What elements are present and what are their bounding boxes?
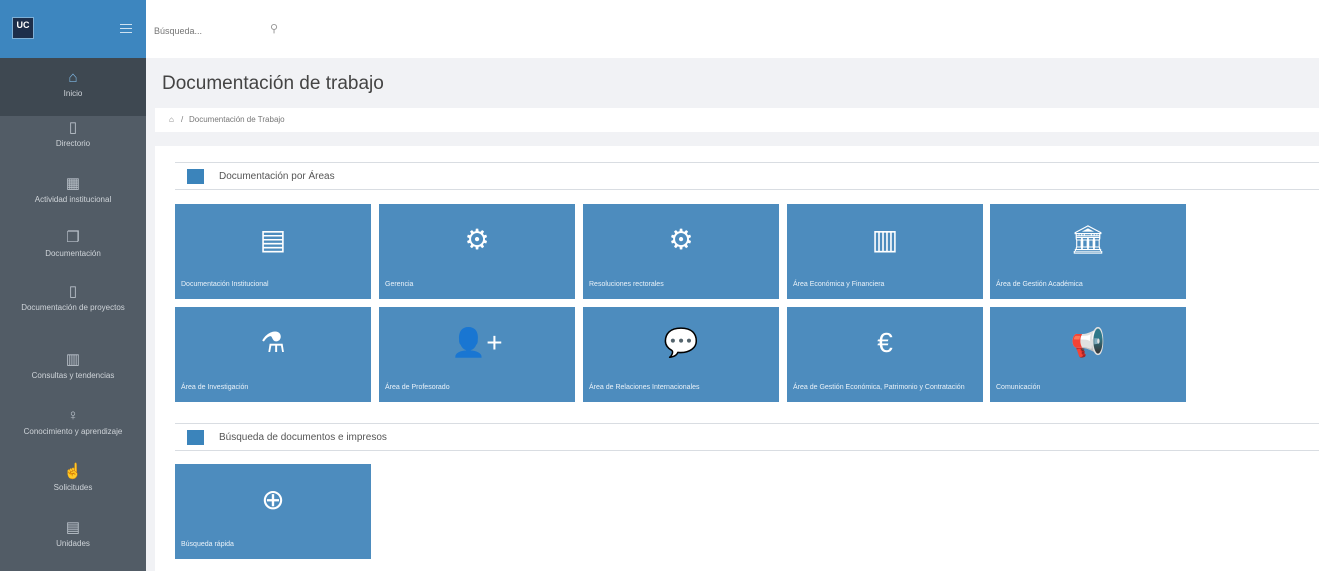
search-input[interactable]: [154, 22, 304, 40]
tile-resoluciones-rectorales[interactable]: ⚙ Resoluciones rectorales: [583, 204, 779, 299]
euro-icon: €: [877, 327, 893, 358]
breadcrumb-home-icon[interactable]: ⌂: [169, 115, 174, 124]
topbar: ⚲: [146, 0, 1319, 58]
sidebar-item-label: Solicitudes: [53, 483, 93, 492]
tile-area-gestion-economica[interactable]: € Área de Gestión Económica, Patrimonio …: [787, 307, 983, 402]
section-header-areas: Documentación por Áreas: [175, 162, 1319, 190]
sidebar-item-label: Actividad institucional: [34, 195, 112, 204]
tile-area-investigacion[interactable]: ⚗ Área de Investigación: [175, 307, 371, 402]
sidebar-item-label: Inicio: [63, 89, 83, 98]
tile-label: Búsqueda rápida: [181, 541, 234, 548]
sidebar-item-documentacion[interactable]: ❐ Documentación: [0, 230, 146, 278]
add-user-icon: 👤+: [451, 327, 503, 358]
tile-documentacion-institucional[interactable]: ▤ Documentación Institucional: [175, 204, 371, 299]
sidebar-item-label: Documentación: [45, 249, 101, 258]
tile-busqueda-rapida[interactable]: ⊕ Búsqueda rápida: [175, 464, 371, 559]
sidebar-item-solicitudes[interactable]: ☝ Solicitudes: [0, 464, 146, 512]
sidebar-item-conocimiento[interactable]: ♀ Conocimiento y aprendizaje: [0, 408, 146, 456]
search-icon[interactable]: ⚲: [270, 22, 278, 35]
sidebar-item-unidades[interactable]: ▤ Unidades: [0, 520, 146, 568]
gears-icon: ⚙: [464, 224, 490, 255]
flask-icon: ⚗: [260, 327, 286, 358]
units-icon: ▤: [65, 519, 81, 536]
section-header-busqueda: Búsqueda de documentos e impresos: [175, 423, 1319, 451]
sidebar-item-documentacion-proyectos[interactable]: ▯ Documentación de proyectos: [0, 284, 146, 344]
section-marker: [187, 169, 204, 184]
calendar-icon: ▦: [65, 175, 81, 192]
sidebar-item-label: Consultas y tendencias: [31, 371, 115, 380]
tile-area-gestion-academica[interactable]: 🏛 Área de Gestión Académica: [990, 204, 1186, 299]
sidebar-item-label: Conocimiento y aprendizaje: [23, 427, 123, 436]
tile-label: Área Económica y Financiera: [793, 281, 885, 288]
section-title: Documentación por Áreas: [219, 171, 335, 182]
megaphone-icon: 📢: [1070, 327, 1106, 358]
zoom-in-icon: ⊕: [261, 484, 285, 515]
breadcrumb-separator: /: [181, 115, 184, 124]
newspaper-icon: ▤: [259, 224, 287, 255]
page-title: Documentación de trabajo: [162, 73, 384, 94]
bar-chart-icon: ▥: [871, 224, 899, 255]
logo-bar: UC: [0, 0, 146, 58]
sidebar-item-label: Documentación de proyectos: [21, 303, 125, 312]
logo[interactable]: UC: [12, 17, 34, 39]
tile-label: Área de Gestión Académica: [996, 281, 1083, 288]
institution-icon: 🏛: [1070, 224, 1106, 255]
content-panel: Documentación por Áreas ▤ Documentación …: [155, 146, 1319, 571]
tile-label: Comunicación: [996, 384, 1041, 391]
lightbulb-icon: ♀: [67, 407, 79, 424]
tile-label: Documentación Institucional: [181, 281, 269, 288]
tile-label: Área de Relaciones Internacionales: [589, 384, 700, 391]
tile-gerencia[interactable]: ⚙ Gerencia: [379, 204, 575, 299]
documents-icon: ❐: [66, 229, 80, 246]
sidebar-item-consultas[interactable]: ▥ Consultas y tendencias: [0, 352, 146, 400]
gears-icon: ⚙: [668, 224, 694, 255]
breadcrumb: ⌂ / Documentación de Trabajo: [155, 108, 1319, 132]
home-icon: ⌂: [68, 69, 78, 86]
tile-label: Área de Investigación: [181, 384, 249, 391]
tile-area-profesorado[interactable]: 👤+ Área de Profesorado: [379, 307, 575, 402]
tile-label: Gerencia: [385, 281, 414, 288]
tile-label: Área de Profesorado: [385, 384, 450, 391]
section-marker: [187, 430, 204, 445]
sidebar: UC ⌂ Inicio ▯ Directorio ▦ Actividad ins…: [0, 0, 146, 571]
chart-icon: ▥: [65, 351, 81, 368]
section-title: Búsqueda de documentos e impresos: [219, 432, 387, 443]
sidebar-item-label: Unidades: [56, 539, 90, 548]
tile-area-relaciones-internacionales[interactable]: 💬 Área de Relaciones Internacionales: [583, 307, 779, 402]
sidebar-item-inicio[interactable]: ⌂ Inicio: [0, 58, 146, 116]
sidebar-item-label: Directorio: [55, 139, 91, 148]
comments-icon: 💬: [663, 327, 699, 358]
directory-icon: ▯: [68, 119, 78, 136]
project-docs-icon: ▯: [68, 283, 78, 300]
menu-toggle-icon[interactable]: [120, 24, 132, 33]
tile-area-economica[interactable]: ▥ Área Económica y Financiera: [787, 204, 983, 299]
tile-comunicacion[interactable]: 📢 Comunicación: [990, 307, 1186, 402]
tile-label: Resoluciones rectorales: [589, 281, 664, 288]
sidebar-item-directorio[interactable]: ▯ Directorio: [0, 120, 146, 168]
breadcrumb-current: Documentación de Trabajo: [189, 115, 285, 124]
thumbs-up-icon: ☝: [63, 463, 83, 480]
sidebar-item-actividad[interactable]: ▦ Actividad institucional: [0, 176, 146, 224]
tile-label: Área de Gestión Económica, Patrimonio y …: [793, 384, 965, 391]
